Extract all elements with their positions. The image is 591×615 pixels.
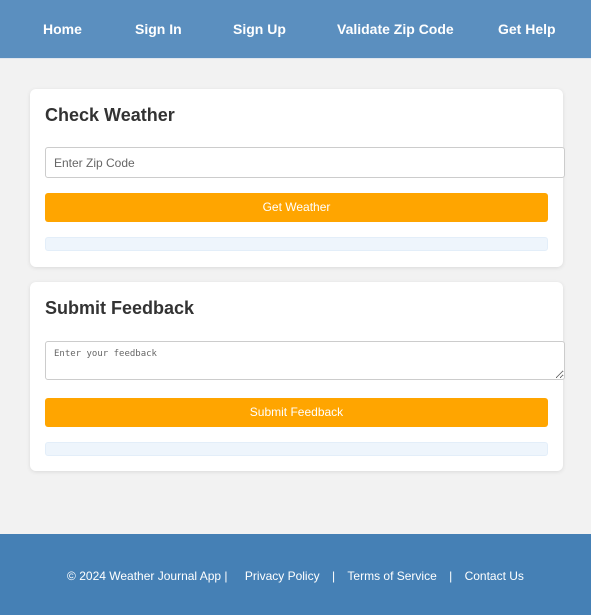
nav-link-sign-up[interactable]: Sign Up [233, 20, 286, 38]
zip-code-input[interactable] [45, 147, 565, 178]
feedback-textarea[interactable] [45, 341, 565, 380]
footer-separator: | [449, 569, 453, 583]
check-weather-card: Check Weather Get Weather [30, 89, 565, 267]
footer-copyright: © 2024 Weather Journal App | [67, 569, 228, 583]
footer-link-terms-of-service[interactable]: Terms of Service [347, 569, 436, 583]
page-footer: © 2024 Weather Journal App | Privacy Pol… [0, 534, 591, 615]
nav-link-sign-in[interactable]: Sign In [135, 20, 182, 38]
submit-feedback-title: Submit Feedback [45, 298, 195, 318]
footer-link-privacy-policy[interactable]: Privacy Policy [245, 569, 320, 583]
feedback-result-box [45, 442, 548, 456]
weather-result-box [45, 237, 548, 251]
footer-row: © 2024 Weather Journal App | Privacy Pol… [0, 569, 591, 583]
nav-link-get-help[interactable]: Get Help [498, 20, 556, 38]
submit-feedback-card: Submit Feedback Submit Feedback [30, 282, 565, 471]
nav-link-home[interactable]: Home [43, 20, 82, 38]
top-nav-bar: Home Sign In Sign Up Validate Zip Code G… [0, 0, 591, 59]
get-weather-button[interactable]: Get Weather [45, 193, 548, 222]
check-weather-title: Check Weather [45, 105, 175, 125]
footer-link-contact-us[interactable]: Contact Us [465, 569, 524, 583]
footer-separator: | [331, 569, 336, 583]
submit-feedback-button[interactable]: Submit Feedback [45, 398, 548, 427]
nav-link-validate-zip-code[interactable]: Validate Zip Code [337, 20, 454, 38]
